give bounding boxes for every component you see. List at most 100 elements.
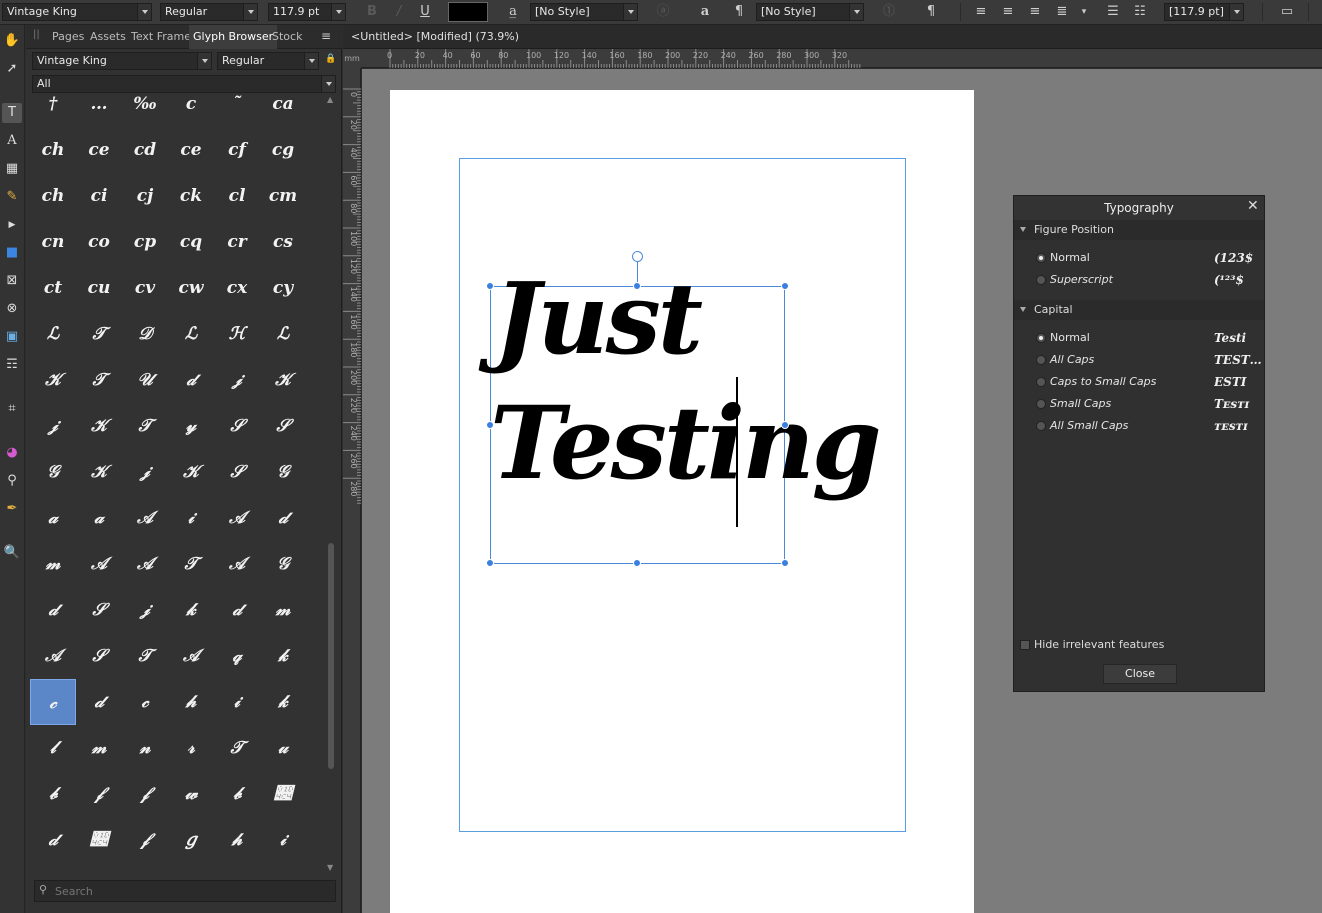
option-all-small-caps[interactable]: All Small Caps ᴛᴇsᴛɪ [1034,415,1264,437]
scroll-down-icon[interactable]: ▼ [327,863,333,872]
glyph-cell[interactable]: cf [214,127,260,173]
glyph-cell[interactable]: 𝒜 [122,495,168,541]
glyph-cell[interactable]: 𝒦 [76,403,122,449]
resize-handle-left[interactable] [486,421,494,429]
glyph-cell[interactable]: 𝒮 [214,449,260,495]
pen-tool-icon[interactable]: ✎ [2,187,22,207]
glyph-cell[interactable]: 𝒜 [76,541,122,587]
glyph-cell[interactable]: ci [76,173,122,219]
glyph-cell[interactable]: 𝒾 [214,679,260,725]
glyph-cell[interactable]: 𝒮 [76,587,122,633]
resize-handle-top-left[interactable] [486,282,494,290]
align-right-icon[interactable]: ≡ [1024,2,1046,22]
panel-menu-icon[interactable]: ≡ [321,29,331,43]
glyph-cell[interactable]: 𝒯 [122,403,168,449]
glyph-cell[interactable]: 𝒦 [30,357,76,403]
align-left-icon[interactable]: ≡ [970,2,992,22]
character-style-icon[interactable]: a̲ [502,2,524,22]
paragraph-style-dropdown[interactable]: [No Style] [756,3,864,21]
glyph-cell[interactable]: 𝒯 [76,311,122,357]
glyph-cell[interactable]: cx [214,265,260,311]
glyph-cell[interactable]: 𝒸 [122,679,168,725]
section-figure-position[interactable]: Figure Position [1014,220,1264,240]
resize-handle-bottom[interactable] [633,559,641,567]
glyph-cell[interactable]: 𝒹 [214,587,260,633]
lock-icon[interactable]: 🔒 [325,54,336,68]
glyph-cell[interactable]: ˜ [214,95,260,127]
move-tool-icon[interactable]: ➚ [2,59,22,79]
glyph-cell[interactable]: 𝒿 [30,403,76,449]
glyph-cell[interactable]: 𝒜 [214,495,260,541]
glyph-cell[interactable]: 𝒽 [214,817,260,863]
glyph-cell[interactable]: 𝓌 [168,771,214,817]
text-line-just[interactable]: Just [494,262,703,377]
glyph-cell[interactable]: ℋ [214,311,260,357]
glyph-subset-dropdown[interactable]: All [32,75,336,93]
glyph-cell[interactable]: 𝒯 [168,541,214,587]
align-center-icon[interactable]: ≡ [997,2,1019,22]
resize-handle-bottom-left[interactable] [486,559,494,567]
glyph-cell[interactable]: 𝒹 [30,817,76,863]
glyph-cell[interactable]: cu [76,265,122,311]
glyph-cell[interactable]: 𝒦 [76,449,122,495]
option-superscript[interactable]: Superscript (¹²³$ [1034,269,1264,291]
fill-tool-icon[interactable]: ⚲ [2,471,22,491]
glyph-cell[interactable]: ct [30,265,76,311]
glyph-cell[interactable]: 𝓎 [168,403,214,449]
glyph-cell[interactable]: 𝒹 [76,679,122,725]
glyph-cell[interactable]: ce [76,127,122,173]
rectangle-tool-icon[interactable]: ■ [2,243,22,263]
tab-assets[interactable]: Assets [86,25,130,49]
glyph-cell[interactable]: cd [122,127,168,173]
glyph-cell[interactable]: 𝒦 [168,449,214,495]
artistic-text-tool-icon[interactable]: A [2,131,22,151]
tab-glyph-browser[interactable]: Glyph Browser [189,25,278,49]
glyph-cell[interactable]: 𝓂 [260,587,306,633]
glyph-cell[interactable]: 𝒻 [122,817,168,863]
bullet-list-icon[interactable]: ☰ [1102,2,1124,22]
font-size-field[interactable]: 117.9 pt [268,3,346,21]
table-of-contents-icon[interactable]: ☶ [2,355,22,375]
glyph-cell[interactable]: 𝒜 [214,541,260,587]
glyph-cell[interactable]: cs [260,219,306,265]
text-line-testing[interactable]: Testing [490,384,882,502]
glyph-cell[interactable]: 𝒢 [260,541,306,587]
option-small-caps[interactable]: Small Caps Tᴇsᴛɪ [1034,393,1264,415]
glyph-cell[interactable]: cy [260,265,306,311]
glyph-cell[interactable]: 𝒻 [76,771,122,817]
rotation-handle[interactable] [632,251,643,262]
para-glyph-button[interactable]: ¶ [920,2,942,22]
fill-color-swatch[interactable] [448,2,488,22]
option-caps-to-small-caps[interactable]: Caps to Small Caps ESTI [1034,371,1264,393]
glyph-cell[interactable]: 𝓄 [260,771,306,817]
char-glyph-button[interactable]: a [694,2,716,22]
glyph-cell[interactable]: 𝒢 [260,449,306,495]
glyph-cell[interactable]: 𝒹 [168,357,214,403]
glyph-cell[interactable]: 𝒶 [30,495,76,541]
glyph-cell[interactable]: 𝓂 [76,725,122,771]
glyph-cell[interactable]: 𝓁 [30,725,76,771]
glyph-cell[interactable]: cn [30,219,76,265]
alignment-dropdown-icon[interactable]: ▾ [1073,2,1095,22]
glyph-scrollbar[interactable]: ▲ ▼ [326,95,336,875]
close-icon[interactable]: ✕ [1247,198,1259,214]
glyph-cell[interactable]: 𝒷 [214,771,260,817]
option-capital-normal[interactable]: Normal Testi [1034,327,1264,349]
node-tool-icon[interactable]: ▶ [2,215,22,235]
crop-tool-icon[interactable]: ⌗ [2,399,22,419]
glyph-cell[interactable]: 𝒜 [122,541,168,587]
glyph-cell[interactable]: cg [260,127,306,173]
picture-frame-icon[interactable]: ⊠ [2,271,22,291]
bold-button[interactable]: B [361,2,383,22]
glyph-cell[interactable]: ck [168,173,214,219]
glyph-cell[interactable]: ‰ [122,95,168,127]
underline-button[interactable]: U [414,2,436,22]
glyph-cell[interactable]: 𝒯 [214,725,260,771]
tab-stock[interactable]: Stock [268,25,306,49]
eyedropper-icon[interactable]: ✒ [2,499,22,519]
glyph-cell[interactable]: 𝒻 [122,771,168,817]
document-tab[interactable]: <Untitled> [Modified] (73.9%) [343,25,1322,49]
glyph-cell[interactable]: † [30,95,76,127]
ellipse-frame-icon[interactable]: ⊗ [2,299,22,319]
glyph-cell[interactable]: 𝒷 [30,771,76,817]
